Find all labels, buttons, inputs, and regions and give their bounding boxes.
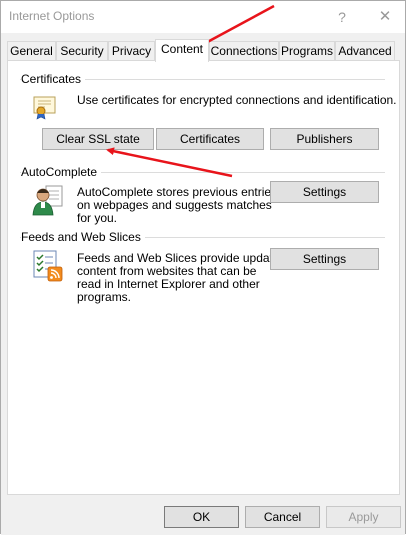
publishers-button[interactable]: Publishers: [270, 128, 379, 150]
feeds-settings-button[interactable]: Settings: [270, 248, 379, 270]
dialog-footer: OK Cancel Apply: [1, 495, 405, 535]
ok-button[interactable]: OK: [164, 506, 239, 528]
certificate-icon: [33, 96, 56, 120]
autocomplete-user-icon: [32, 185, 63, 216]
certificates-heading: Certificates: [21, 72, 86, 86]
autocomplete-description-line-3: for you.: [77, 211, 118, 225]
certificates-button[interactable]: Certificates: [156, 128, 264, 150]
title-bar: Internet Options ? ✕: [1, 1, 405, 33]
tab-programs[interactable]: Programs: [279, 41, 335, 61]
autocomplete-heading: AutoComplete: [21, 165, 102, 179]
close-button[interactable]: ✕: [375, 7, 395, 27]
feeds-description-line-1: Feeds and Web Slices provide updated: [77, 251, 287, 265]
apply-button[interactable]: Apply: [326, 506, 401, 528]
clear-ssl-state-button[interactable]: Clear SSL state: [42, 128, 154, 150]
tab-general[interactable]: General: [7, 41, 56, 61]
tab-advanced[interactable]: Advanced: [335, 41, 395, 61]
internet-options-dialog: Internet Options ? ✕ General Security Pr…: [0, 0, 406, 535]
content-tab-panel: Certificates Use certificates for encryp…: [7, 60, 400, 495]
autocomplete-settings-button[interactable]: Settings: [270, 181, 379, 203]
feeds-rss-icon: [33, 250, 63, 282]
autocomplete-description-line-2: on webpages and suggests matches: [77, 198, 272, 212]
cancel-button[interactable]: Cancel: [245, 506, 320, 528]
certificates-description: Use certificates for encrypted connectio…: [77, 93, 397, 107]
tab-privacy[interactable]: Privacy: [108, 41, 155, 61]
tab-connections[interactable]: Connections: [209, 41, 279, 61]
autocomplete-description-line-1: AutoComplete stores previous entries: [77, 185, 278, 199]
tab-security[interactable]: Security: [56, 41, 108, 61]
window-title: Internet Options: [9, 9, 95, 23]
feeds-description-line-4: programs.: [77, 290, 132, 304]
tab-content[interactable]: Content: [155, 39, 209, 62]
feeds-description-line-3: read in Internet Explorer and other: [77, 277, 260, 291]
tab-strip: General Security Privacy Content Connect…: [7, 39, 401, 62]
feeds-description-line-2: content from websites that can be: [77, 264, 257, 278]
feeds-heading: Feeds and Web Slices: [21, 230, 145, 244]
help-button[interactable]: ?: [332, 7, 352, 27]
